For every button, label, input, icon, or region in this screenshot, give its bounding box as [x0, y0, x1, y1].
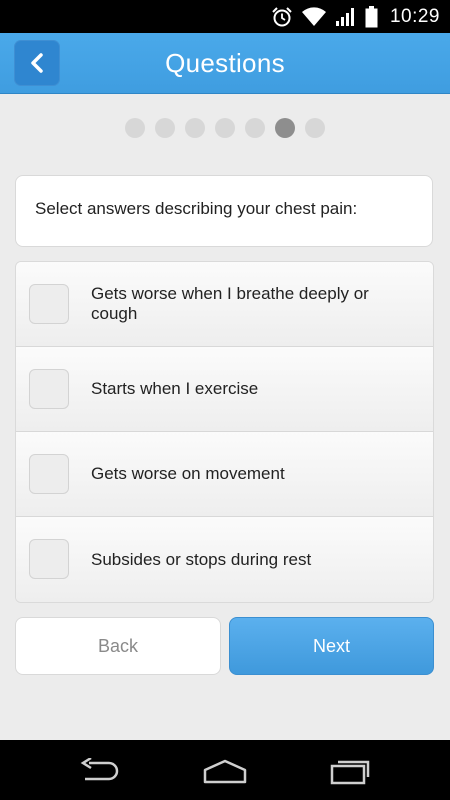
option-row[interactable]: Starts when I exercise [16, 347, 433, 432]
progress-dot [125, 118, 145, 138]
system-nav-bar [0, 740, 450, 800]
option-label: Gets worse on movement [91, 464, 285, 483]
home-nav-icon [203, 759, 247, 784]
progress-dot [215, 118, 235, 138]
battery-icon [365, 5, 378, 27]
option-label: Subsides or stops during rest [91, 549, 312, 569]
option-label: Starts when I exercise [91, 379, 259, 398]
status-icons: 10:29 [271, 0, 440, 33]
progress-dot [185, 118, 205, 138]
question-card: Select answers describing your chest pai… [15, 175, 433, 247]
option-checkbox[interactable] [29, 369, 69, 409]
status-bar: 10:29 [0, 0, 450, 33]
option-row[interactable]: Subsides or stops during rest [16, 517, 433, 602]
progress-dot [305, 118, 325, 138]
recents-nav-icon [330, 760, 370, 785]
progress-indicator [0, 118, 450, 138]
option-checkbox[interactable] [29, 284, 69, 324]
progress-dot [155, 118, 175, 138]
signal-icon [335, 7, 354, 26]
option-row[interactable]: Gets worse when I breathe deeply or coug… [16, 262, 433, 347]
app-header: Questions [0, 33, 450, 94]
nav-recents-button[interactable] [326, 754, 376, 788]
option-checkbox[interactable] [29, 539, 69, 579]
nav-home-button[interactable] [200, 754, 250, 788]
back-button[interactable]: Back [15, 617, 221, 675]
nav-back-button[interactable] [75, 754, 125, 788]
question-text: Select answers describing your chest pai… [35, 199, 358, 218]
progress-dot [245, 118, 265, 138]
option-label: Gets worse when I breathe deeply or coug… [91, 284, 369, 323]
alarm-icon [272, 6, 292, 26]
status-time: 10:29 [389, 5, 440, 27]
option-row[interactable]: Gets worse on movement [16, 432, 433, 517]
page-title: Questions [165, 48, 285, 78]
progress-dot-active [275, 118, 295, 138]
wifi-icon [301, 6, 326, 26]
next-button[interactable]: Next [229, 617, 434, 675]
back-nav-icon [80, 758, 119, 781]
options-list: Gets worse when I breathe deeply or coug… [15, 261, 434, 603]
option-checkbox[interactable] [29, 454, 69, 494]
